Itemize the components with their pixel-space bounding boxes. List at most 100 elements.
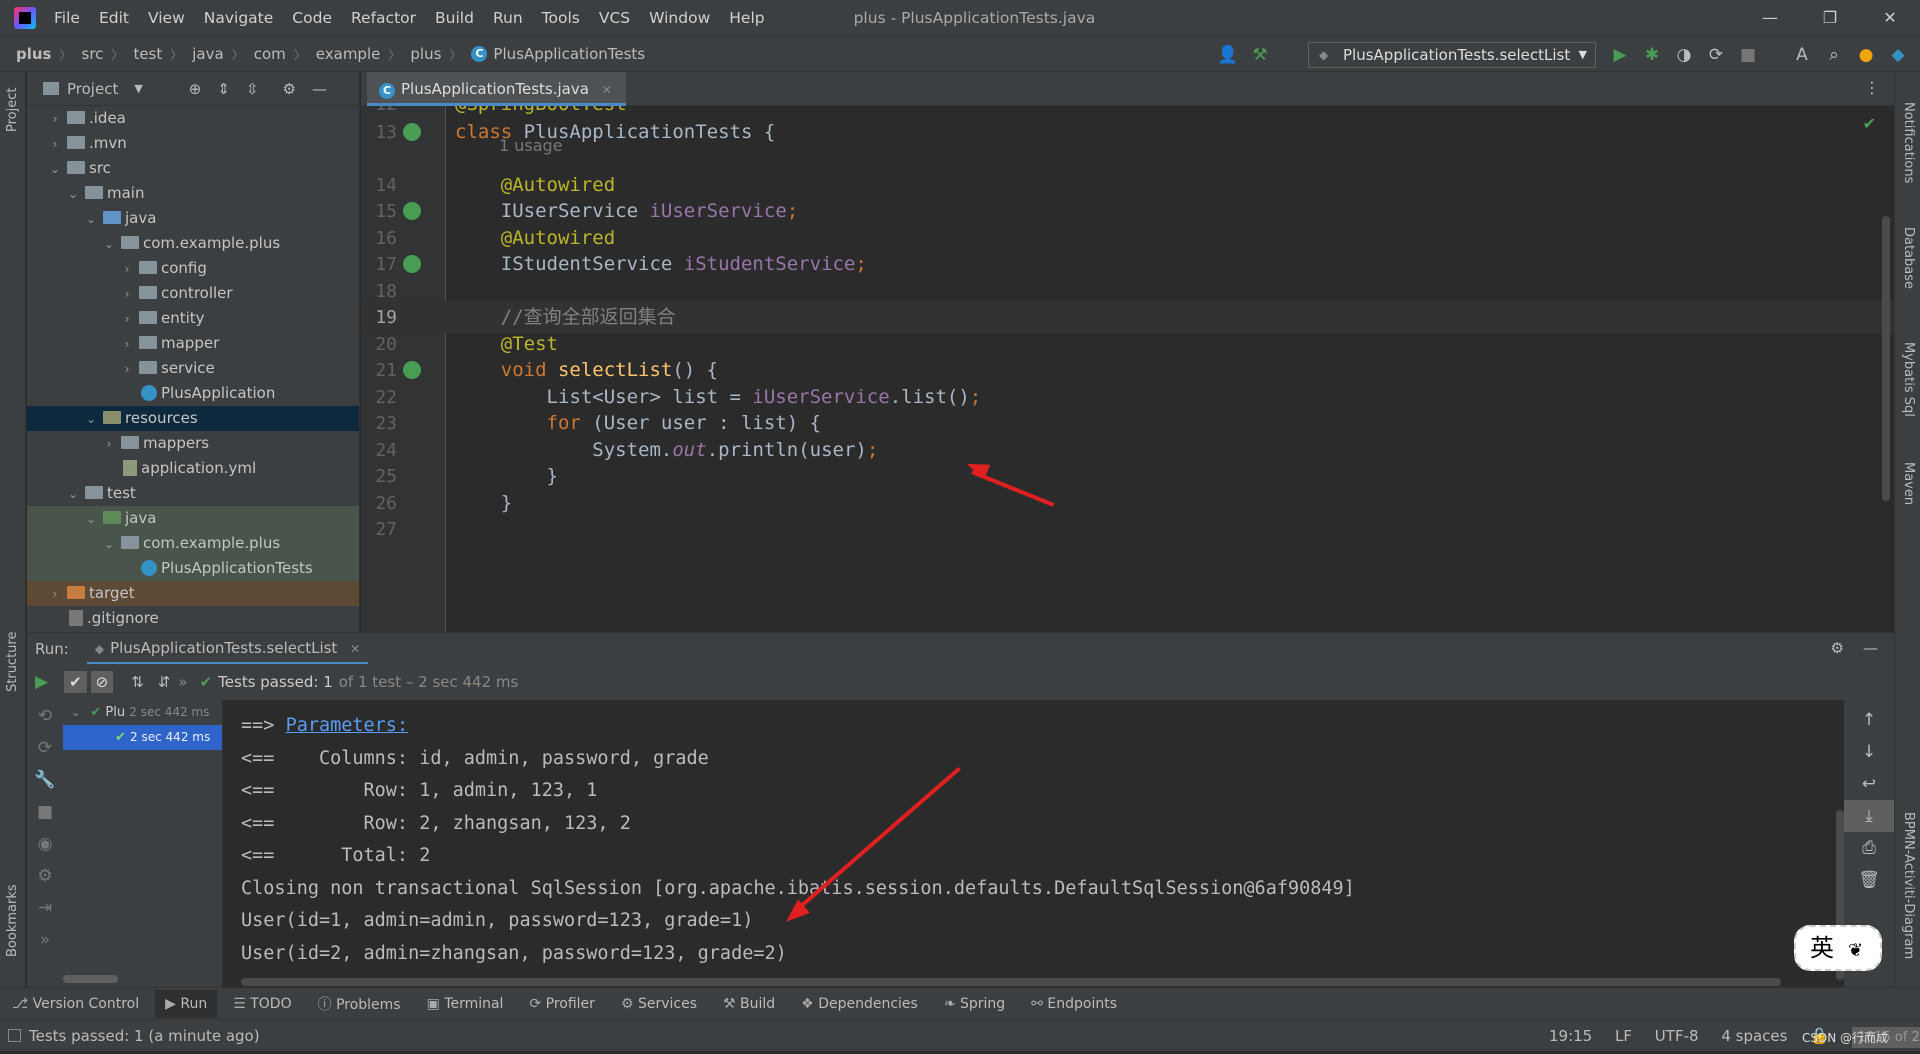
close-window-button[interactable]: ✕ bbox=[1860, 0, 1920, 36]
tree-item[interactable]: › service bbox=[27, 356, 359, 381]
menu-item-help[interactable]: Help bbox=[729, 9, 764, 27]
menu-item-code[interactable]: Code bbox=[292, 9, 332, 27]
editor-scrollbar[interactable] bbox=[1882, 216, 1890, 501]
tree-item[interactable]: › mappers bbox=[27, 431, 359, 456]
close-tab-icon[interactable]: ✕ bbox=[602, 83, 612, 97]
chevron-down-icon[interactable]: ⌄ bbox=[83, 207, 99, 232]
tree-item[interactable]: ⌄ java bbox=[27, 206, 359, 231]
trash-icon[interactable]: 🗑 bbox=[1844, 864, 1894, 896]
chevron-down-icon[interactable]: ⌄ bbox=[65, 482, 81, 507]
menu-item-refactor[interactable]: Refactor bbox=[351, 9, 416, 27]
tree-item[interactable]: › .idea bbox=[27, 106, 359, 131]
database-tool-button[interactable]: Database bbox=[1901, 227, 1916, 289]
status-message[interactable]: Tests passed: 1 (a minute ago) bbox=[29, 1027, 260, 1045]
plugin-icon[interactable]: ◆ bbox=[1882, 45, 1914, 65]
more-icon[interactable]: » bbox=[178, 673, 187, 691]
translate-icon[interactable]: A bbox=[1786, 45, 1818, 65]
up-arrow-icon[interactable]: ↑ bbox=[1844, 704, 1894, 736]
more-icon[interactable]: » bbox=[27, 924, 63, 956]
test-tree-root[interactable]: ⌄ ✔ Plu 2 sec 442 ms bbox=[63, 700, 222, 725]
rerun-failed-icon[interactable]: ⟲ bbox=[27, 700, 63, 732]
stop-icon[interactable]: ■ bbox=[1732, 45, 1764, 65]
hide-icon[interactable]: — bbox=[1863, 639, 1878, 657]
chevron-right-icon[interactable]: › bbox=[119, 332, 135, 357]
bottom-tab-todo[interactable]: ☰ TODO bbox=[233, 996, 291, 1012]
chevron-right-icon[interactable]: › bbox=[47, 582, 63, 607]
test-tree-item[interactable]: ✔ 2 sec 442 ms bbox=[63, 725, 222, 750]
bottom-tab-build[interactable]: ⚒ Build bbox=[723, 996, 775, 1012]
caret-position[interactable]: 19:15 bbox=[1549, 1027, 1592, 1045]
breadcrumb-item[interactable]: java bbox=[192, 45, 223, 63]
bottom-tab-run[interactable]: ▶ Run bbox=[155, 989, 218, 1018]
export-icon[interactable]: ⇥ bbox=[27, 892, 63, 924]
bottom-tab-spring[interactable]: ❧ Spring bbox=[944, 996, 1005, 1012]
code-editor[interactable]: 12@SpringBootTest13class PlusApplication… bbox=[361, 106, 1894, 632]
bottom-tab-dependencies[interactable]: ❖ Dependencies bbox=[801, 996, 918, 1012]
chevron-right-icon[interactable]: › bbox=[119, 257, 135, 282]
editor-tab-active[interactable]: C PlusApplicationTests.java ✕ bbox=[367, 72, 626, 106]
menu-item-edit[interactable]: Edit bbox=[99, 9, 129, 27]
menu-item-vcs[interactable]: VCS bbox=[599, 9, 630, 27]
profile-icon[interactable]: ⟳ bbox=[1700, 45, 1732, 65]
chevron-down-icon[interactable]: ⌄ bbox=[65, 182, 81, 207]
update-icon[interactable]: ● bbox=[1850, 45, 1882, 65]
close-tab-icon[interactable]: ✕ bbox=[350, 642, 360, 656]
collapse-all-icon[interactable]: ⇳ bbox=[246, 80, 259, 98]
chevron-right-icon[interactable]: › bbox=[47, 132, 63, 157]
tree-item[interactable]: ⌄ main bbox=[27, 181, 359, 206]
file-encoding[interactable]: UTF-8 bbox=[1655, 1027, 1699, 1045]
menu-item-navigate[interactable]: Navigate bbox=[204, 9, 274, 27]
tree-item[interactable]: PlusApplicationTests bbox=[27, 556, 359, 581]
menu-item-window[interactable]: Window bbox=[649, 9, 710, 27]
console-scrollbar-horizontal[interactable] bbox=[241, 978, 1781, 986]
bottom-tab-endpoints[interactable]: ⚯ Endpoints bbox=[1031, 996, 1117, 1012]
ime-badge[interactable]: 英 ❦ bbox=[1794, 925, 1882, 971]
gear-icon[interactable]: ⚙ bbox=[283, 80, 296, 98]
tree-item[interactable]: ⌄ src bbox=[27, 156, 359, 181]
chevron-down-icon[interactable]: ⌄ bbox=[101, 532, 117, 557]
test-tree-scrollbar[interactable] bbox=[63, 975, 118, 983]
code-line[interactable]: 13 class PlusApplicationTests { bbox=[361, 116, 1894, 149]
build-hammer-icon[interactable]: ⚒ bbox=[1244, 45, 1276, 65]
bottom-tab-problems[interactable]: ⓘ Problems bbox=[318, 994, 401, 1014]
more-options-icon[interactable]: ⋮ bbox=[1864, 78, 1880, 97]
print-icon[interactable]: ⎙ bbox=[1844, 832, 1894, 864]
bean-icon[interactable] bbox=[403, 202, 421, 220]
run-configuration-select[interactable]: ◆ PlusApplicationTests.selectList ▼ bbox=[1308, 42, 1596, 68]
toggle-auto-test-icon[interactable]: ⟳ bbox=[27, 732, 63, 764]
breadcrumb-item[interactable]: plus bbox=[16, 45, 52, 63]
console-link[interactable]: Parameters: bbox=[286, 715, 409, 736]
restore-button[interactable]: ❐ bbox=[1800, 0, 1860, 36]
run-tab[interactable]: ◆ PlusApplicationTests.selectList ✕ bbox=[86, 633, 369, 665]
project-view-selector[interactable]: Project bbox=[67, 80, 118, 98]
bean-icon[interactable] bbox=[403, 123, 421, 141]
layout-toggle-icon[interactable] bbox=[8, 1029, 21, 1042]
coverage-icon[interactable]: ◑ bbox=[1668, 45, 1700, 65]
tree-item[interactable]: › config bbox=[27, 256, 359, 281]
mybatis-sql-tool-button[interactable]: Mybatis Sql bbox=[1901, 342, 1916, 417]
run-test-icon[interactable] bbox=[403, 361, 421, 379]
line-separator[interactable]: LF bbox=[1615, 1027, 1632, 1045]
notifications-tool-button[interactable]: Notifications bbox=[1901, 102, 1916, 183]
gear-icon[interactable]: ⚙ bbox=[27, 860, 63, 892]
locate-icon[interactable]: ⊕ bbox=[189, 80, 202, 98]
line-number[interactable]: 27 bbox=[367, 513, 397, 546]
tree-item[interactable]: ⌄ java bbox=[27, 506, 359, 531]
maven-tool-button[interactable]: Maven bbox=[1901, 462, 1916, 505]
chevron-down-icon[interactable]: ⌄ bbox=[83, 507, 99, 532]
down-arrow-icon[interactable]: ↓ bbox=[1844, 736, 1894, 768]
hide-icon[interactable]: — bbox=[312, 80, 327, 98]
run-icon[interactable]: ▶ bbox=[1604, 45, 1636, 65]
menu-item-run[interactable]: Run bbox=[493, 9, 523, 27]
tree-item[interactable]: › mapper bbox=[27, 331, 359, 356]
code-line[interactable]: 27 bbox=[361, 513, 1894, 546]
user-icon[interactable]: 👤 bbox=[1212, 45, 1244, 65]
bean-icon[interactable] bbox=[403, 255, 421, 273]
breadcrumb-item[interactable]: example bbox=[316, 45, 381, 63]
menu-item-tools[interactable]: Tools bbox=[542, 9, 580, 27]
chevron-right-icon[interactable]: › bbox=[119, 282, 135, 307]
chevron-right-icon[interactable]: › bbox=[101, 432, 117, 457]
tree-item[interactable]: ⌄ com.example.plus bbox=[27, 531, 359, 556]
scroll-to-end-icon[interactable]: ⤓ bbox=[1844, 800, 1894, 832]
chevron-right-icon[interactable]: › bbox=[119, 357, 135, 382]
